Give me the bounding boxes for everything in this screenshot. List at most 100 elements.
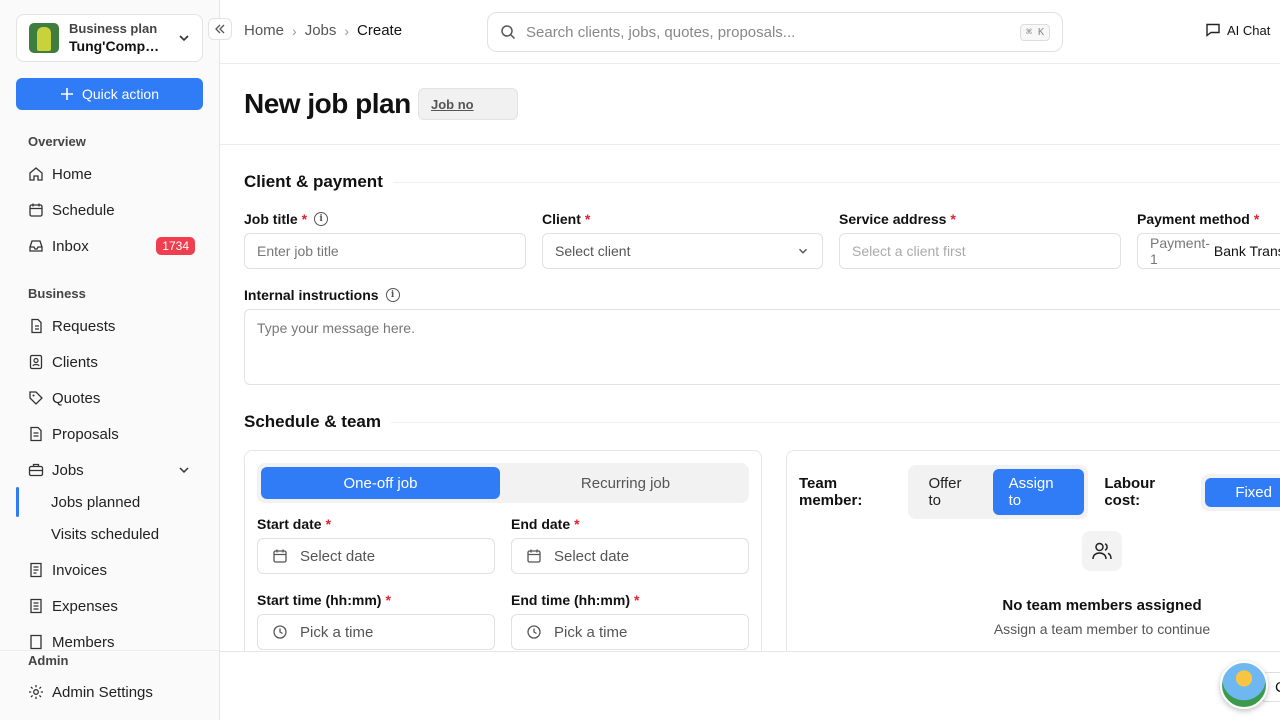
labour-cost-toggle: Fixed bbox=[1201, 473, 1280, 511]
sidebar-item-jobs-planned[interactable]: Jobs planned bbox=[51, 488, 140, 516]
contact-book-icon bbox=[29, 354, 43, 370]
gear-icon bbox=[29, 685, 43, 699]
team-controls: Team member: Offer to Assign to Labour c… bbox=[799, 465, 1280, 519]
end-time-picker[interactable]: Pick a time bbox=[511, 614, 749, 650]
sidebar: Business plan Tung'Company Quick action … bbox=[0, 0, 220, 720]
search-icon bbox=[501, 25, 516, 40]
section-schedule-team: Schedule & team bbox=[244, 412, 1280, 432]
sidebar-item-visits-scheduled[interactable]: Visits scheduled bbox=[51, 520, 159, 548]
internal-instructions-textarea[interactable]: Type your message here. bbox=[244, 309, 1280, 385]
section-client-payment: Client & payment bbox=[244, 172, 1280, 192]
offer-to-button[interactable]: Offer to bbox=[912, 469, 992, 515]
nav-section-business: Business bbox=[28, 286, 86, 301]
ai-chat-button[interactable]: AI Chat bbox=[1205, 22, 1270, 38]
empty-state-title: No team members assigned bbox=[1002, 597, 1202, 614]
client-select[interactable]: Select client bbox=[542, 233, 823, 269]
active-indicator bbox=[16, 487, 19, 517]
start-time-picker[interactable]: Pick a time bbox=[257, 614, 495, 650]
users-icon bbox=[1082, 531, 1122, 571]
client-label: Client * bbox=[542, 211, 591, 227]
breadcrumb-jobs[interactable]: Jobs bbox=[305, 22, 337, 39]
sidebar-item-clients[interactable]: Clients bbox=[28, 348, 200, 376]
labour-cost-label: Labour cost: bbox=[1104, 475, 1156, 509]
job-title-label: Job title * i bbox=[244, 211, 329, 227]
sidebar-admin-section: Admin Admin Settings bbox=[0, 650, 219, 720]
sidebar-item-schedule[interactable]: Schedule bbox=[28, 196, 200, 224]
nav-section-overview: Overview bbox=[28, 134, 86, 149]
clock-icon bbox=[527, 625, 541, 639]
quick-action-label: Quick action bbox=[81, 86, 160, 102]
sidebar-item-proposals[interactable]: Proposals bbox=[28, 420, 200, 448]
collapse-sidebar-button[interactable] bbox=[208, 18, 232, 40]
page-title: New job plan bbox=[244, 88, 411, 119]
internal-instructions-label: Internal instructions i bbox=[244, 287, 400, 303]
breadcrumb-create: Create bbox=[357, 22, 403, 39]
chevron-right-icon: › bbox=[344, 22, 350, 39]
workspace-name: Tung'Company bbox=[69, 38, 165, 54]
assistant-avatar[interactable] bbox=[1220, 661, 1268, 709]
breadcrumb-home[interactable]: Home bbox=[244, 22, 284, 39]
search-shortcut: ⌘ K bbox=[1019, 23, 1050, 41]
job-type-toggle: One-off job Recurring job bbox=[257, 463, 749, 503]
sidebar-item-inbox[interactable]: Inbox 1734 bbox=[28, 232, 200, 260]
chevron-right-icon: › bbox=[292, 22, 297, 39]
assign-to-button[interactable]: Assign to bbox=[992, 469, 1085, 515]
topbar: Home › Jobs › Create ⌘ K AI Chat bbox=[220, 0, 1280, 64]
inbox-icon bbox=[29, 240, 43, 252]
calendar-icon bbox=[273, 549, 287, 563]
sidebar-item-requests[interactable]: Requests bbox=[28, 312, 200, 340]
payment-method-select[interactable]: Payment-1 Bank Transfer bbox=[1137, 233, 1280, 269]
sidebar-item-invoices[interactable]: Invoices bbox=[28, 556, 200, 584]
divider bbox=[220, 144, 1280, 145]
members-icon bbox=[30, 634, 42, 650]
home-icon bbox=[29, 167, 43, 181]
service-address-input[interactable]: Select a client first bbox=[839, 233, 1121, 269]
workspace-plan: Business plan bbox=[69, 21, 158, 36]
job-number-field[interactable]: Job no bbox=[418, 88, 518, 120]
calendar-icon bbox=[29, 203, 43, 217]
chevron-down-icon bbox=[799, 248, 807, 254]
invoice-icon bbox=[30, 562, 42, 578]
info-icon[interactable]: i bbox=[385, 288, 400, 302]
end-date-label: End date * bbox=[511, 516, 580, 532]
job-title-input[interactable]: Enter job title bbox=[244, 233, 526, 269]
tab-recurring-job[interactable]: Recurring job bbox=[506, 467, 745, 499]
sidebar-item-admin-settings[interactable]: Admin Settings bbox=[28, 678, 200, 706]
chat-icon bbox=[1206, 23, 1220, 37]
labour-fixed-button[interactable]: Fixed bbox=[1205, 477, 1280, 507]
form-footer: Cancel bbox=[220, 651, 1280, 720]
app-root: Business plan Tung'Company Quick action … bbox=[0, 0, 1280, 720]
start-date-picker[interactable]: Select date bbox=[257, 538, 495, 574]
sidebar-item-jobs[interactable]: Jobs bbox=[28, 456, 200, 484]
request-icon bbox=[31, 318, 42, 334]
receipt-icon bbox=[30, 598, 42, 614]
tag-icon bbox=[29, 391, 43, 405]
workspace-switcher[interactable]: Business plan Tung'Company bbox=[16, 14, 203, 62]
payment-method-label: Payment method * bbox=[1137, 211, 1260, 227]
workspace-avatar bbox=[29, 23, 59, 53]
global-search[interactable]: ⌘ K bbox=[487, 12, 1063, 52]
sidebar-item-quotes[interactable]: Quotes bbox=[28, 384, 200, 412]
chevron-down-icon bbox=[179, 467, 189, 474]
search-input[interactable] bbox=[526, 23, 1020, 41]
team-card: Team member: Offer to Assign to Labour c… bbox=[786, 450, 1280, 651]
end-time-label: End time (hh:mm) * bbox=[511, 592, 640, 608]
chevron-down-icon bbox=[179, 35, 189, 42]
tab-one-off-job[interactable]: One-off job bbox=[261, 467, 500, 499]
briefcase-icon bbox=[28, 463, 44, 477]
breadcrumb: Home › Jobs › Create bbox=[244, 22, 402, 39]
start-date-label: Start date * bbox=[257, 516, 332, 532]
sidebar-item-home[interactable]: Home bbox=[28, 160, 200, 188]
main-content: New job plan Job no Client & payment Job… bbox=[220, 64, 1280, 651]
empty-state-subtitle: Assign a team member to continue bbox=[993, 621, 1211, 637]
calendar-icon bbox=[527, 549, 541, 563]
info-icon[interactable]: i bbox=[314, 212, 329, 226]
service-address-label: Service address * bbox=[839, 211, 956, 227]
quick-action-button[interactable]: Quick action bbox=[16, 78, 203, 110]
sidebar-item-expenses[interactable]: Expenses bbox=[28, 592, 200, 620]
chevrons-left-icon bbox=[215, 24, 225, 34]
nav-section-admin: Admin bbox=[28, 653, 69, 668]
team-mode-toggle: Offer to Assign to bbox=[908, 465, 1089, 519]
end-date-picker[interactable]: Select date bbox=[511, 538, 749, 574]
schedule-card: One-off job Recurring job Start date * Se… bbox=[244, 450, 762, 651]
